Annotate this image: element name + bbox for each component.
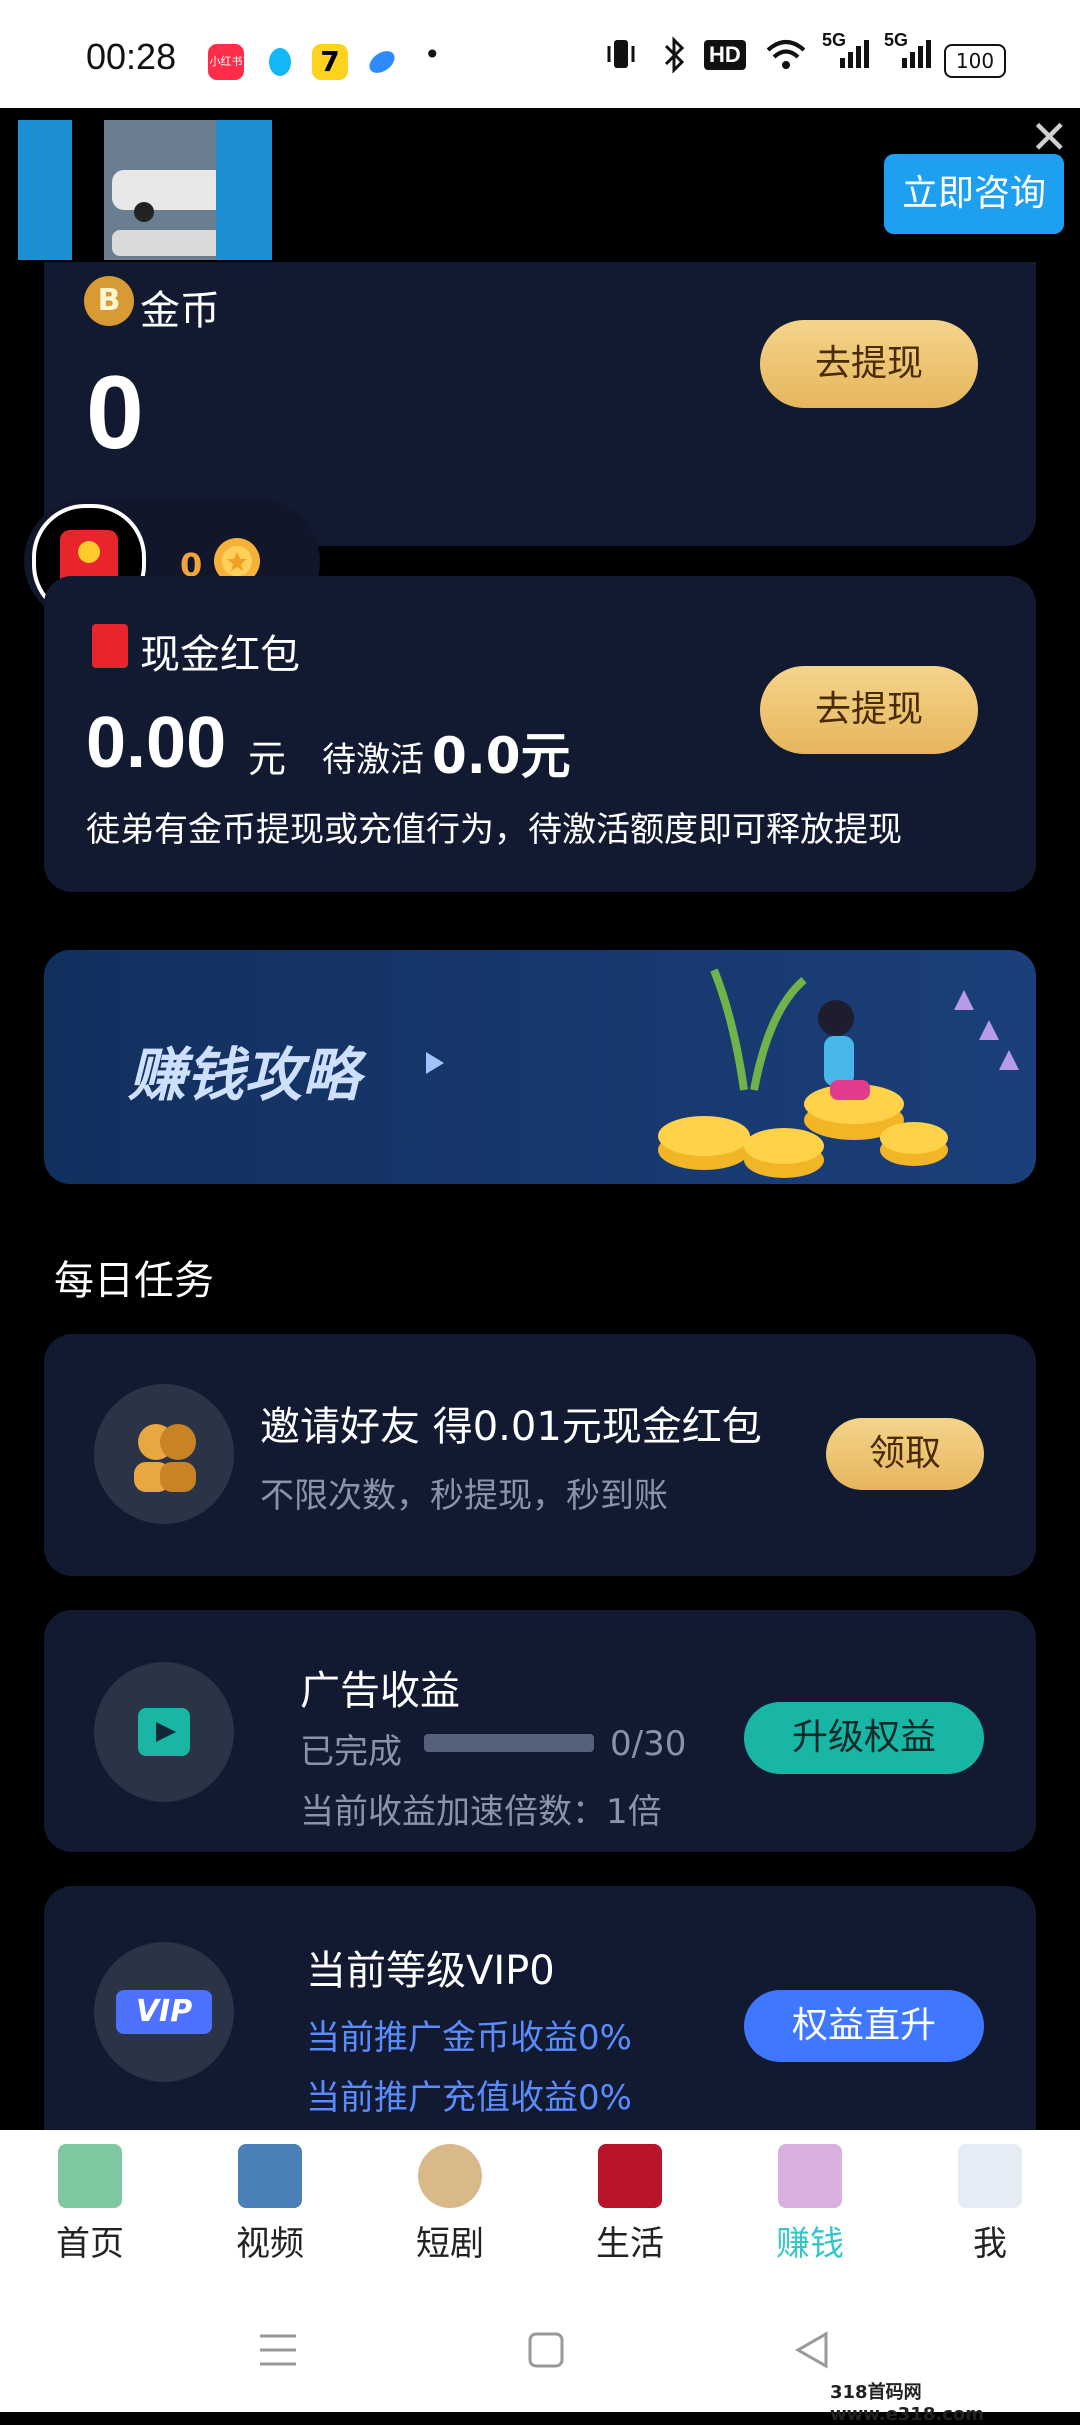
cash-note: 徒弟有金币提现或充值行为，待激活额度即可释放提现 — [86, 810, 902, 850]
tab-home-label: 首页 — [56, 2224, 124, 2264]
signal-icon-1 — [838, 36, 872, 79]
earning-guide-banner[interactable]: 赚钱攻略 — [44, 950, 1036, 1184]
close-ad-icon[interactable]: ✕ — [1030, 110, 1069, 164]
tab-home[interactable]: 首页 — [0, 2144, 180, 2265]
ad-thumbnail-left — [18, 120, 72, 260]
life-tab-icon — [598, 2144, 662, 2208]
bluetooth-icon — [660, 36, 688, 81]
back-nav-icon[interactable] — [792, 2330, 832, 2374]
cash-unit: 元 — [248, 737, 287, 781]
tab-short-drama-label: 短剧 — [416, 2224, 484, 2264]
qimao-app-icon: 7 — [312, 44, 348, 80]
status-time: 00:28 — [86, 36, 177, 77]
tab-life-label: 生活 — [596, 2224, 664, 2264]
pending-value: 0.0元 — [432, 727, 571, 785]
qq-app-icon — [262, 44, 298, 80]
home-nav-icon[interactable] — [526, 2330, 566, 2374]
battery-indicator: 100 — [944, 44, 1006, 78]
tab-video-label: 视频 — [236, 2224, 304, 2264]
coin-icon: B — [84, 276, 134, 326]
ad-progress-bar — [424, 1734, 594, 1752]
signal-icon-2 — [900, 36, 934, 79]
speed-multiplier: 当前收益加速倍数：1倍 — [300, 1792, 662, 1832]
xiaohongshu-app-icon: 小红书 — [208, 44, 244, 80]
browser-app-icon — [364, 44, 400, 80]
vip-level-card: VIP 当前等级VIP0 当前推广金币收益0% 当前推广充值收益0% 权益直升 — [44, 1886, 1036, 2136]
coin-label: 金币 — [140, 288, 220, 334]
status-bar: 00:28 小红书 7 • HD 5G 5G 100 — [0, 0, 1080, 108]
vip-badge-label: VIP — [116, 1990, 212, 2034]
ad-banner[interactable]: 立即咨询 ✕ — [0, 108, 1080, 274]
banner-title: 赚钱攻略 — [128, 1041, 361, 1109]
cash-amount: 0.00 — [86, 703, 227, 783]
ad-income-title: 广告收益 — [300, 1668, 460, 1714]
ad-progress-text: 0/30 — [610, 1724, 687, 1764]
tab-me-label: 我 — [973, 2224, 1007, 2264]
invite-subtitle: 不限次数，秒提现，秒到账 — [260, 1476, 668, 1516]
home-tab-icon — [58, 2144, 122, 2208]
wifi-icon — [764, 36, 808, 79]
upgrade-benefits-button[interactable]: 升级权益 — [744, 1702, 984, 1774]
daily-tasks-heading: 每日任务 — [54, 1258, 214, 1304]
me-tab-icon — [958, 2144, 1022, 2208]
menu-nav-icon[interactable] — [258, 2330, 298, 2374]
cash-redpacket-card: 现金红包 0.00 元 待激活 0.0元 徒弟有金币提现或充值行为，待激活额度即… — [44, 576, 1036, 892]
direct-upgrade-button[interactable]: 权益直升 — [744, 1990, 984, 2062]
vip-level-title: 当前等级VIP0 — [306, 1948, 555, 1994]
cash-redpacket-label: 现金红包 — [140, 632, 300, 678]
ad-income-card: 广告收益 已完成 0/30 当前收益加速倍数：1倍 升级权益 — [44, 1610, 1036, 1852]
short-drama-tab-icon — [418, 2144, 482, 2208]
money-illustration-icon — [604, 950, 1034, 1184]
ad-thumbnail-right — [216, 120, 272, 260]
tab-video[interactable]: 视频 — [180, 2144, 360, 2265]
invite-title: 邀请好友 得0.01元现金红包 — [260, 1404, 762, 1450]
cash-withdraw-button[interactable]: 去提现 — [760, 666, 978, 754]
tab-earn[interactable]: 赚钱 — [720, 2144, 900, 2265]
tab-me[interactable]: 我 — [900, 2144, 1080, 2265]
invite-task-card: 邀请好友 得0.01元现金红包 不限次数，秒提现，秒到账 领取 — [44, 1334, 1036, 1576]
video-tab-icon — [238, 2144, 302, 2208]
cash-redpacket-icon — [92, 624, 128, 668]
invite-friends-icon — [94, 1384, 234, 1524]
tab-short-drama[interactable]: 短剧 — [360, 2144, 540, 2265]
vip-recharge-promo-rate: 当前推广充值收益0% — [306, 2078, 632, 2118]
completed-label: 已完成 — [300, 1732, 402, 1772]
coin-balance: 0 — [86, 355, 144, 471]
system-navigation-bar: 318首码网 www.e318.com — [0, 2290, 1080, 2425]
vibrate-icon — [606, 36, 636, 79]
vip-coin-promo-rate: 当前推广金币收益0% — [306, 2018, 632, 2058]
vip-badge-icon: VIP — [94, 1942, 234, 2082]
tab-earn-label: 赚钱 — [776, 2224, 844, 2264]
coin-withdraw-button[interactable]: 去提现 — [760, 320, 978, 408]
claim-button[interactable]: 领取 — [826, 1418, 984, 1490]
tab-life[interactable]: 生活 — [540, 2144, 720, 2265]
pending-label: 待激活 — [322, 740, 424, 780]
watermark: 318首码网 www.e318.com — [830, 2382, 984, 2425]
play-arrow-icon — [424, 1048, 446, 1082]
consult-now-button[interactable]: 立即咨询 — [884, 154, 1064, 234]
earn-tab-icon — [778, 2144, 842, 2208]
play-video-icon — [94, 1662, 234, 1802]
hd-voice-badge: HD — [704, 40, 746, 70]
notification-dot: • — [424, 38, 441, 71]
bottom-tab-bar: 首页 视频 短剧 生活 赚钱 我 — [0, 2130, 1080, 2290]
